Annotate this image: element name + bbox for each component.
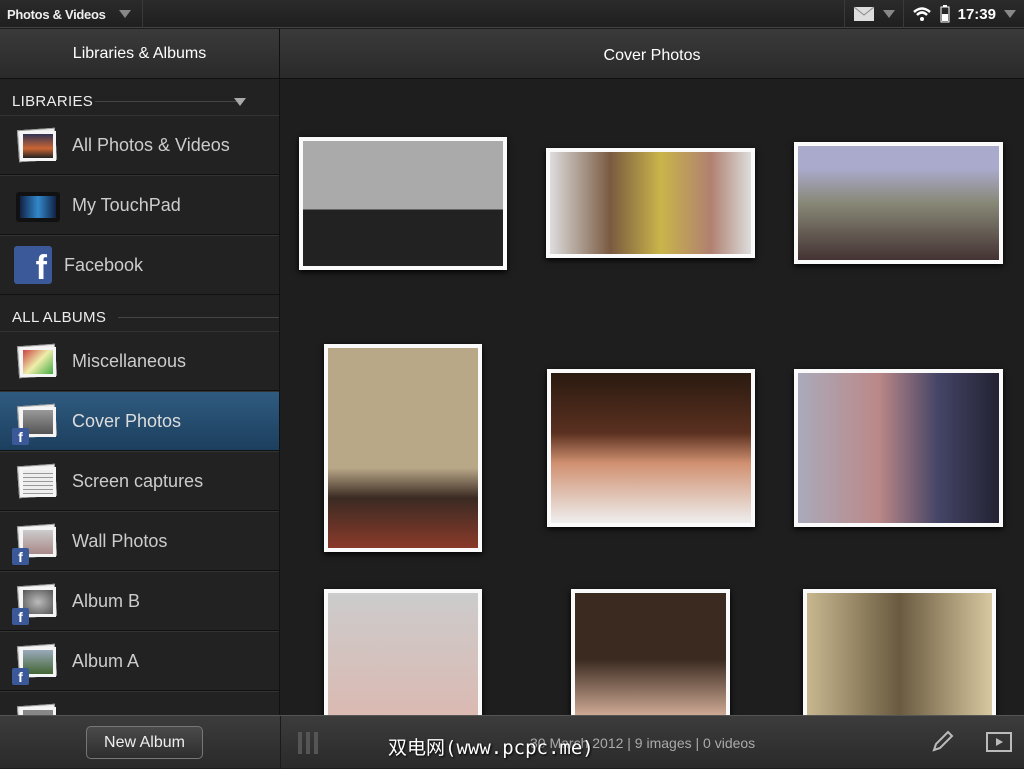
photo-thumbnail[interactable] [299, 137, 507, 270]
photo-thumbnail[interactable] [324, 589, 482, 729]
photo-thumbnail[interactable] [546, 148, 755, 258]
sidebar-item-label: Facebook [64, 254, 144, 275]
facebook-badge-icon: f [12, 428, 29, 445]
chevron-down-icon [882, 10, 895, 18]
status-bar: Photos & Videos 17:39 [0, 0, 1024, 28]
sidebar-item-label: All Photos & Videos [72, 134, 230, 155]
sidebar-item-partial[interactable] [0, 691, 279, 715]
sidebar-item-miscellaneous[interactable]: Miscellaneous [0, 331, 279, 391]
photo-thumbnail[interactable] [571, 589, 730, 729]
album-thumbnail-icon: f [12, 583, 58, 625]
page-title: Cover Photos [280, 29, 1024, 79]
edit-pencil-icon[interactable] [930, 730, 954, 754]
watermark: 双电网(www.pcpc.me) [388, 737, 594, 759]
notifications[interactable] [843, 0, 903, 28]
divider [280, 716, 281, 769]
photo-thumbnail[interactable] [324, 344, 482, 552]
new-album-button[interactable]: New Album [86, 726, 203, 759]
sidebar-item-facebook[interactable]: f Facebook [0, 235, 279, 295]
facebook-badge-icon: f [12, 608, 29, 625]
photo-grid: Cover Photos [280, 29, 1024, 729]
grip-handle-icon[interactable] [297, 732, 319, 754]
sidebar-item-label: Cover Photos [72, 410, 182, 431]
sidebar-item-album-a[interactable]: f Album A [0, 631, 279, 691]
battery-icon [940, 5, 950, 23]
libraries-header-label: LIBRARIES [12, 93, 94, 110]
sidebar: Libraries & Albums LIBRARIES All Photos … [0, 29, 280, 715]
facebook-icon: f [14, 246, 52, 287]
chevron-down-icon [119, 10, 131, 18]
photo-thumbnail[interactable] [803, 589, 996, 729]
libraries-header[interactable]: LIBRARIES [0, 79, 279, 115]
touchpad-icon [16, 187, 60, 223]
sidebar-item-label: My TouchPad [72, 194, 181, 215]
sidebar-item-label: Screen captures [72, 470, 204, 491]
chevron-down-icon[interactable] [234, 98, 246, 106]
bottom-toolbar: New Album 30 March 2012 | 9 images | 0 v… [0, 715, 1024, 769]
sidebar-item-my-touchpad[interactable]: My TouchPad [0, 175, 279, 235]
album-thumbnail-icon [16, 463, 58, 499]
all-albums-label: ALL ALBUMS [12, 309, 107, 326]
chevron-down-icon [1004, 10, 1016, 18]
device-menu[interactable]: 17:39 [902, 0, 1024, 28]
album-thumbnail-icon: f [12, 523, 58, 565]
sidebar-item-screen-captures[interactable]: Screen captures [0, 451, 279, 511]
photo-thumbnail[interactable] [794, 369, 1003, 527]
wifi-icon [912, 7, 931, 21]
sidebar-title: Libraries & Albums [0, 29, 279, 79]
album-thumbnail-icon [16, 703, 58, 715]
app-menu-label: Photos & Videos [7, 7, 106, 22]
sidebar-item-wall-photos[interactable]: f Wall Photos [0, 511, 279, 571]
sidebar-item-album-b[interactable]: f Album B [0, 571, 279, 631]
facebook-badge-icon: f [12, 668, 29, 685]
clock: 17:39 [957, 5, 996, 23]
sidebar-item-label: Album A [72, 650, 140, 671]
sidebar-item-label: Wall Photos [72, 530, 168, 551]
app-menu[interactable]: Photos & Videos [0, 0, 143, 28]
sidebar-item-cover-photos[interactable]: f Cover Photos [0, 391, 279, 451]
sidebar-item-label: Album B [72, 590, 141, 611]
photo-thumbnail[interactable] [547, 369, 755, 527]
divider [95, 101, 239, 102]
divider [118, 317, 279, 318]
facebook-badge-icon: f [12, 548, 29, 565]
album-thumbnail-icon [16, 127, 58, 163]
album-thumbnail-icon: f [12, 643, 58, 685]
slideshow-play-icon[interactable] [986, 732, 1012, 752]
mail-icon [853, 6, 874, 21]
album-thumbnail-icon [16, 343, 58, 379]
album-thumbnail-icon: f [12, 403, 58, 445]
sidebar-item-all-photos[interactable]: All Photos & Videos [0, 115, 279, 175]
all-albums-header: ALL ALBUMS [0, 295, 279, 331]
sidebar-item-label: Miscellaneous [72, 350, 187, 371]
photo-thumbnail[interactable] [794, 142, 1003, 264]
